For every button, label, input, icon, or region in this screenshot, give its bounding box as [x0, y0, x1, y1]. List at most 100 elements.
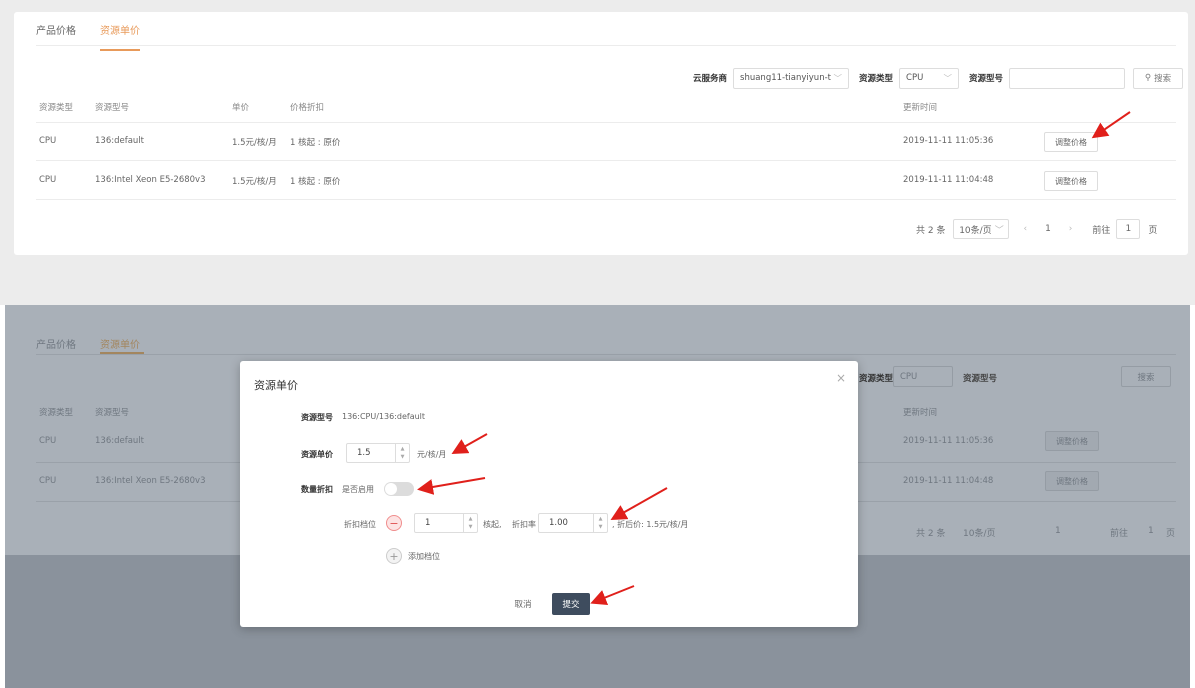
- page-size-select[interactable]: 10条/页 ﹀: [953, 219, 1010, 239]
- tier-result: , 折后价: 1.5元/核/月: [612, 520, 689, 529]
- add-tier-icon[interactable]: +: [386, 548, 402, 564]
- search-button-label: 搜索: [1137, 372, 1155, 383]
- next-page-icon[interactable]: ›: [1069, 224, 1073, 234]
- col-header-model: 资源型号: [95, 408, 130, 418]
- cloud-provider-select[interactable]: shuang11-tianyiyun-t ﹀: [733, 67, 850, 89]
- stepper-arrows-icon[interactable]: ▲ ▼: [395, 444, 409, 462]
- tier-rate-input[interactable]: 1.00 ▲ ▼: [538, 513, 608, 533]
- cell-model: 136:Intel Xeon E5-2680v3: [95, 175, 206, 185]
- adjust-price-button[interactable]: 调整价格: [1045, 471, 1099, 491]
- stepper-arrows-icon[interactable]: ▲ ▼: [463, 514, 477, 532]
- cell-time: 2019-11-11 11:04:48: [903, 175, 994, 185]
- cloud-provider-value: shuang11-tianyiyun-t: [740, 73, 831, 83]
- goto-input[interactable]: 1: [1116, 219, 1141, 239]
- cloud-provider-label: 云服务商: [693, 74, 728, 84]
- cell-model: 136:default: [95, 136, 144, 146]
- prev-page-icon[interactable]: ‹: [1023, 224, 1027, 234]
- goto-label: 前往: [1092, 225, 1111, 236]
- price-input[interactable]: 1.5 ▲ ▼: [346, 443, 410, 463]
- cell-price: 1.5元/核/月: [232, 138, 277, 148]
- discount-toggle[interactable]: [384, 482, 414, 496]
- total-count: 共 2 条: [916, 529, 946, 539]
- page-unit: 页: [1166, 529, 1176, 539]
- stepper-arrows-icon[interactable]: ▲ ▼: [593, 514, 607, 532]
- model-label: 资源型号: [301, 413, 333, 422]
- discount-toggle-label: 是否启用: [342, 485, 374, 494]
- close-icon[interactable]: ×: [836, 371, 846, 385]
- col-header-time: 更新时间: [903, 408, 938, 418]
- pagination: 共 2 条 10条/页 ﹀ ‹ 1 › 前往 1 页: [916, 218, 1157, 240]
- resource-type-select[interactable]: CPU ﹀: [899, 67, 960, 89]
- goto-value[interactable]: 1: [1148, 526, 1154, 536]
- col-header-type: 资源类型: [39, 103, 74, 113]
- table-row: CPU 136:default 1.5元/核/月 1 核起 : 原价 2019-…: [36, 123, 1176, 161]
- cell-time: 2019-11-11 11:04:48: [903, 476, 994, 486]
- tier-cores-unit: 核起,: [483, 520, 502, 529]
- cell-type: CPU: [39, 476, 57, 486]
- col-header-type: 资源类型: [39, 408, 74, 418]
- cancel-button[interactable]: 取消: [505, 593, 541, 615]
- cell-discount: 1 核起 : 原价: [290, 177, 341, 187]
- tier-label: 折扣档位: [344, 520, 376, 529]
- remove-tier-icon[interactable]: −: [386, 515, 402, 531]
- adjust-price-button[interactable]: 调整价格: [1044, 132, 1098, 152]
- resource-model-label: 资源型号: [969, 74, 1004, 84]
- resource-type-label: 资源类型: [859, 74, 894, 84]
- tier-rate-value: 1.00: [549, 518, 568, 528]
- chevron-down-icon: ﹀: [833, 74, 843, 84]
- tab-resource-price[interactable]: 资源单价: [100, 336, 140, 351]
- table-row: CPU 136:Intel Xeon E5-2680v3 1.5元/核/月 1 …: [36, 162, 1176, 200]
- resource-type-label: 资源类型: [859, 374, 894, 384]
- adjust-price-button[interactable]: 调整价格: [1045, 431, 1099, 451]
- cell-model: 136:default: [95, 436, 144, 446]
- price-input-value: 1.5: [357, 448, 371, 458]
- search-button[interactable]: ⚲ 搜索: [1133, 67, 1184, 89]
- col-header-time: 更新时间: [903, 103, 938, 113]
- search-icon: ⚲: [1144, 73, 1152, 83]
- cell-price: 1.5元/核/月: [232, 177, 277, 187]
- adjust-price-button[interactable]: 调整价格: [1044, 171, 1098, 191]
- filter-bar: 云服务商 shuang11-tianyiyun-t ﹀ 资源类型 CPU ﹀ 资…: [693, 67, 1184, 89]
- cell-time: 2019-11-11 11:05:36: [903, 436, 994, 446]
- tab-bar: 产品价格 资源单价: [36, 22, 1176, 51]
- resource-type-select[interactable]: CPU: [893, 366, 953, 387]
- chevron-down-icon: ﹀: [994, 225, 1004, 236]
- page-unit: 页: [1148, 225, 1158, 236]
- cell-time: 2019-11-11 11:05:36: [903, 136, 994, 146]
- price-unit: 元/核/月: [417, 450, 447, 459]
- cell-type: CPU: [39, 436, 57, 446]
- resource-model-input[interactable]: [1009, 67, 1126, 89]
- goto-value: 1: [1125, 224, 1132, 234]
- cell-type: CPU: [39, 136, 57, 146]
- resource-price-dialog: 资源单价 × 资源型号 136:CPU/136:default 资源单价 1.5…: [240, 361, 858, 627]
- tab-bar-divider: [36, 354, 1176, 355]
- page-number[interactable]: 1: [1045, 224, 1051, 234]
- col-header-model: 资源型号: [95, 103, 130, 113]
- tier-cores-value: 1: [425, 518, 431, 528]
- goto-label: 前往: [1110, 529, 1129, 539]
- page-number[interactable]: 1: [1055, 526, 1061, 536]
- tier-rate-label: 折扣率: [512, 520, 536, 529]
- chevron-down-icon: ﹀: [943, 74, 953, 84]
- discount-label: 数量折扣: [301, 485, 333, 494]
- add-tier-label[interactable]: 添加档位: [408, 551, 440, 562]
- cell-type: CPU: [39, 175, 57, 185]
- total-count: 共 2 条: [916, 225, 946, 236]
- col-header-discount: 价格折扣: [290, 103, 325, 113]
- search-button-label: 搜索: [1154, 74, 1172, 84]
- tab-product-price[interactable]: 产品价格: [36, 22, 76, 37]
- top-screenshot: 产品价格 资源单价 云服务商 shuang11-tianyiyun-t ﹀ 资源…: [0, 0, 1195, 305]
- tab-product-price[interactable]: 产品价格: [36, 336, 76, 351]
- page-size-value[interactable]: 10条/页: [963, 526, 996, 539]
- page-size-value: 10条/页: [959, 225, 992, 236]
- search-button[interactable]: 搜索: [1121, 366, 1171, 387]
- cell-model: 136:Intel Xeon E5-2680v3: [95, 476, 206, 486]
- price-label: 资源单价: [301, 450, 333, 459]
- model-value: 136:CPU/136:default: [342, 412, 426, 421]
- tier-cores-input[interactable]: 1 ▲ ▼: [414, 513, 478, 533]
- tab-resource-price[interactable]: 资源单价: [100, 22, 140, 51]
- resource-type-value: CPU: [900, 371, 918, 382]
- col-header-price: 单价: [232, 103, 250, 113]
- submit-button[interactable]: 提交: [552, 593, 590, 615]
- cell-discount: 1 核起 : 原价: [290, 138, 341, 148]
